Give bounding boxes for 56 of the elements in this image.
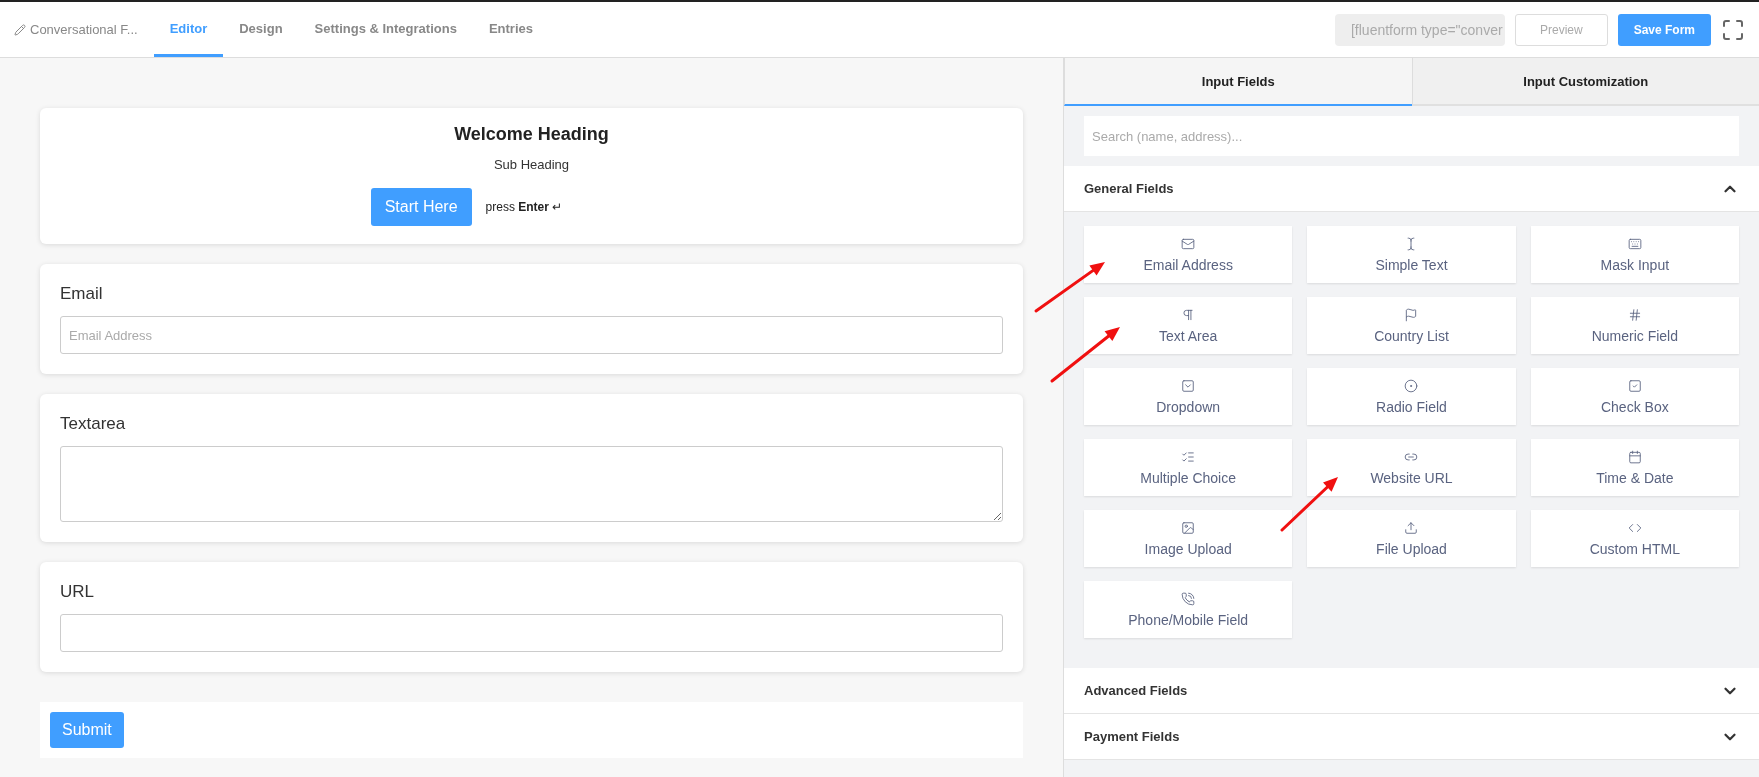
welcome-heading: Welcome Heading <box>454 124 609 145</box>
section-title: Payment Fields <box>1084 729 1180 744</box>
section-title: General Fields <box>1084 181 1174 196</box>
field-type-button[interactable]: Time & Date <box>1530 439 1739 496</box>
dropdown-icon <box>1181 378 1196 393</box>
field-type-button[interactable]: Mask Input <box>1530 226 1739 283</box>
input-field[interactable]: Email Address <box>60 316 1003 354</box>
question-label: Textarea <box>60 414 127 434</box>
envelope-icon <box>1181 236 1196 251</box>
field-type-button[interactable]: Dropdown <box>1084 368 1293 425</box>
question-label: Email <box>60 284 104 304</box>
sub-heading: Sub Heading <box>493 157 570 172</box>
field-type-button[interactable]: Email Address <box>1084 226 1293 283</box>
radio-icon <box>1404 378 1419 393</box>
field-type-button[interactable]: Simple Text <box>1307 226 1516 283</box>
field-type-button[interactable]: Radio Field <box>1307 368 1516 425</box>
flag-icon <box>1404 307 1419 322</box>
keyboard-icon <box>1627 236 1642 251</box>
field-type-button[interactable]: Country List <box>1307 297 1516 354</box>
section-title: Advanced Fields <box>1084 683 1188 698</box>
panel-tab[interactable]: Input Customization <box>1411 58 1759 106</box>
field-type-button[interactable]: Check Box <box>1530 368 1739 425</box>
field-type-button[interactable]: File Upload <box>1307 510 1516 567</box>
search-field[interactable]: Search (name, address)... <box>1084 116 1739 156</box>
pilcrow-icon <box>1181 307 1196 322</box>
calendar-icon <box>1627 449 1642 464</box>
hash-icon <box>1627 307 1642 322</box>
textarea-field[interactable] <box>60 446 1003 522</box>
question-label: URL <box>60 582 95 602</box>
field-type-button[interactable]: Text Area <box>1084 297 1293 354</box>
image-icon <box>1181 520 1196 535</box>
field-type-button[interactable]: Numeric Field <box>1530 297 1739 354</box>
form-name: Conversational F... <box>30 22 138 37</box>
section-header[interactable]: Payment Fields <box>1064 714 1759 760</box>
section-header[interactable]: General Fields <box>1064 166 1759 212</box>
arrow-annotation <box>1050 327 1120 383</box>
field-type-button[interactable]: Image Upload <box>1084 510 1293 567</box>
list-icon <box>1181 449 1196 464</box>
field-type-button[interactable]: Phone/Mobile Field <box>1084 581 1293 638</box>
fullscreen-icon[interactable] <box>1721 17 1745 42</box>
pencil-icon <box>14 23 26 36</box>
checkbox-icon <box>1627 378 1642 393</box>
enter-hint: press Enter ↵ <box>485 200 563 214</box>
upload-icon <box>1404 520 1419 535</box>
input-field[interactable] <box>60 614 1003 652</box>
field-type-button[interactable]: Website URL <box>1307 439 1516 496</box>
section-header[interactable]: Advanced Fields <box>1064 668 1759 714</box>
panel-tab[interactable]: Input Fields <box>1064 58 1412 106</box>
field-type-button[interactable]: Custom HTML <box>1530 510 1739 567</box>
arrow-annotation <box>1280 477 1338 532</box>
field-type-button[interactable]: Multiple Choice <box>1084 439 1293 496</box>
nav-tab[interactable]: Design <box>223 2 299 57</box>
nav-tab[interactable]: Entries <box>472 2 549 57</box>
arrow-annotation <box>1034 262 1105 313</box>
phone-icon <box>1181 591 1196 606</box>
nav-tab[interactable]: Settings & Integrations <box>298 2 473 57</box>
